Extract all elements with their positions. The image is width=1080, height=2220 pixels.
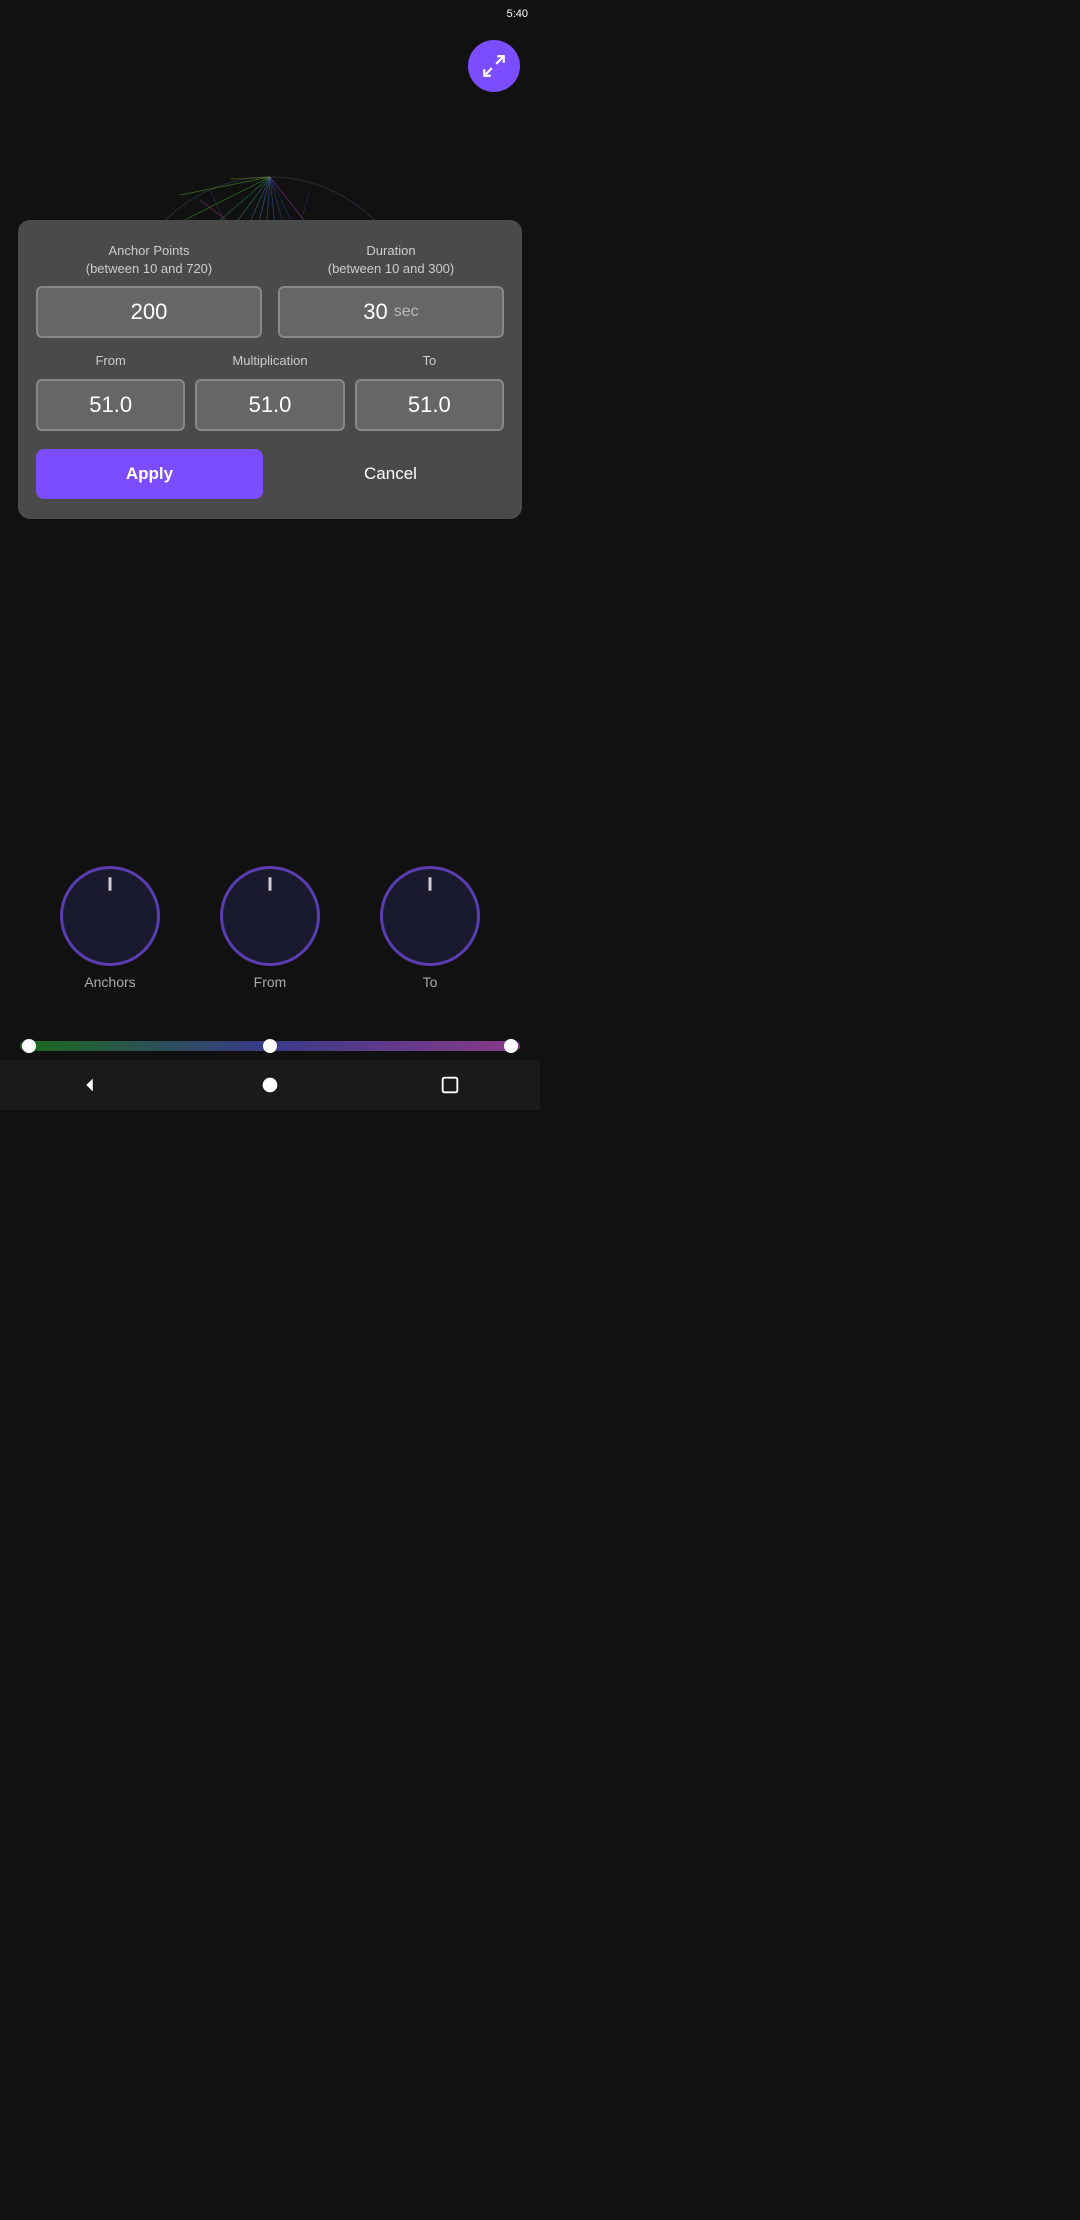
apply-button[interactable]: Apply xyxy=(36,449,263,499)
duration-label: Duration (between 10 and 300) xyxy=(328,242,454,278)
dialog-row-1: Anchor Points (between 10 and 720) 200 D… xyxy=(36,242,504,338)
to-knob-container: To xyxy=(380,866,480,990)
to-label: To xyxy=(422,352,436,370)
multiplication-col: Multiplication 51.0 xyxy=(195,352,344,430)
anchors-knob-label: Anchors xyxy=(84,974,135,990)
to-knob-tick xyxy=(429,877,432,891)
status-icons: 5:40 xyxy=(507,8,528,20)
color-slider-area xyxy=(20,1037,520,1055)
from-knob-container: From xyxy=(220,866,320,990)
from-knob[interactable] xyxy=(220,866,320,966)
from-label: From xyxy=(95,352,125,370)
to-col: To 51.0 xyxy=(355,352,504,430)
slider-dot-left xyxy=(22,1039,36,1053)
status-bar: 5:40 xyxy=(0,0,540,28)
fullscreen-icon xyxy=(481,53,507,79)
to-knob-label: To xyxy=(423,974,438,990)
home-button[interactable] xyxy=(252,1067,288,1103)
from-input[interactable]: 51.0 xyxy=(36,379,185,431)
status-time: 5:40 xyxy=(507,8,528,20)
duration-input[interactable]: 30 sec xyxy=(278,286,504,338)
duration-col: Duration (between 10 and 300) 30 sec xyxy=(278,242,504,338)
home-icon xyxy=(259,1074,281,1096)
anchor-points-input[interactable]: 200 xyxy=(36,286,262,338)
color-slider-track[interactable] xyxy=(20,1041,520,1051)
multiplication-label: Multiplication xyxy=(232,352,307,370)
anchors-knob[interactable] xyxy=(60,866,160,966)
recents-button[interactable] xyxy=(432,1067,468,1103)
nav-bar xyxy=(0,1060,540,1110)
to-knob[interactable] xyxy=(380,866,480,966)
back-button[interactable] xyxy=(72,1067,108,1103)
back-icon xyxy=(79,1074,101,1096)
slider-dot-center xyxy=(263,1039,277,1053)
slider-dot-right xyxy=(504,1039,518,1053)
multiplication-input[interactable]: 51.0 xyxy=(195,379,344,431)
knobs-area: Anchors From To xyxy=(0,866,540,990)
to-input[interactable]: 51.0 xyxy=(355,379,504,431)
from-col: From 51.0 xyxy=(36,352,185,430)
dialog-row-2: From 51.0 Multiplication 51.0 To 51.0 xyxy=(36,352,504,430)
anchor-points-label: Anchor Points (between 10 and 720) xyxy=(86,242,212,278)
anchors-knob-tick xyxy=(109,877,112,891)
cancel-button[interactable]: Cancel xyxy=(277,449,504,499)
anchors-knob-container: Anchors xyxy=(60,866,160,990)
anchor-points-col: Anchor Points (between 10 and 720) 200 xyxy=(36,242,262,338)
recents-icon xyxy=(439,1074,461,1096)
dialog-buttons: Apply Cancel xyxy=(36,449,504,499)
settings-dialog: Anchor Points (between 10 and 720) 200 D… xyxy=(18,220,522,519)
fullscreen-button[interactable] xyxy=(468,40,520,92)
from-knob-label: From xyxy=(254,974,287,990)
from-knob-tick xyxy=(269,877,272,891)
